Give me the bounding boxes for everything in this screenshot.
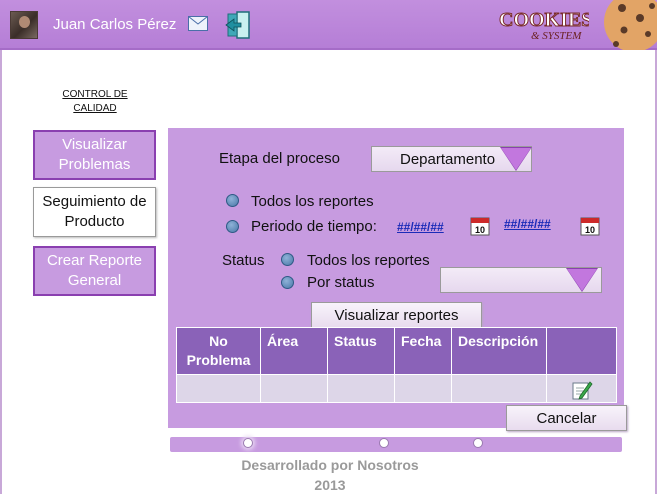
stage-select-value: Departamento bbox=[400, 150, 496, 168]
table-cell bbox=[394, 374, 452, 403]
date-to-link[interactable]: ##/##/## bbox=[504, 217, 551, 231]
col-area: Área bbox=[260, 327, 328, 375]
reports-table: No Problema Área Status Fecha Descripció… bbox=[176, 327, 617, 403]
view-reports-button[interactable]: Visualizar reportes bbox=[311, 302, 482, 328]
top-header: Juan Carlos Pérez COOKIES & SYSTEM bbox=[0, 0, 657, 50]
footer-year: 2013 bbox=[314, 477, 346, 493]
radio-status-all[interactable] bbox=[281, 253, 294, 266]
cookies-system-logo: COOKIES & SYSTEM bbox=[499, 9, 590, 43]
pagination-dot-active[interactable] bbox=[243, 438, 253, 448]
status-select[interactable] bbox=[440, 267, 602, 293]
svg-text:COOKIES: COOKIES bbox=[499, 9, 589, 31]
control-calidad-title: CONTROL DE CALIDAD bbox=[62, 89, 128, 114]
edit-icon[interactable] bbox=[571, 379, 593, 401]
logout-door-icon[interactable] bbox=[225, 10, 253, 40]
footer-credits: Desarrollado por Nosotros 2013 bbox=[220, 455, 440, 494]
calendar-icon[interactable]: 10 bbox=[580, 216, 600, 236]
table-cell bbox=[176, 374, 261, 403]
cookie-image bbox=[604, 0, 657, 50]
table-cell bbox=[260, 374, 328, 403]
pagination-dot[interactable] bbox=[379, 438, 389, 448]
col-descripcion: Descripción bbox=[451, 327, 547, 375]
status-label: Status bbox=[222, 252, 265, 269]
radio-status-by[interactable] bbox=[281, 276, 294, 289]
table-header-row: No Problema Área Status Fecha Descripció… bbox=[176, 327, 617, 375]
user-name: Juan Carlos Pérez bbox=[53, 16, 177, 33]
table-row bbox=[176, 374, 617, 403]
date-from-link[interactable]: ##/##/## bbox=[397, 220, 444, 234]
stage-select[interactable]: Departamento bbox=[371, 146, 532, 172]
radio-all-reports[interactable] bbox=[226, 194, 239, 207]
table-cell bbox=[327, 374, 395, 403]
cancel-button[interactable]: Cancelar bbox=[506, 405, 627, 431]
table-cell-actions bbox=[546, 374, 617, 403]
seguimiento-producto-button[interactable]: Seguimiento de Producto bbox=[33, 187, 156, 237]
col-no-problema: No Problema bbox=[176, 327, 261, 375]
crear-reporte-general-button[interactable]: Crear Reporte General bbox=[33, 246, 156, 296]
calendar-day: 10 bbox=[585, 225, 595, 235]
status-all-label: Todos los reportes bbox=[307, 252, 430, 269]
envelope-icon[interactable] bbox=[188, 16, 208, 31]
footer-line1: Desarrollado por Nosotros bbox=[241, 457, 419, 473]
col-status: Status bbox=[327, 327, 395, 375]
svg-text:& SYSTEM: & SYSTEM bbox=[531, 30, 582, 42]
status-by-label: Por status bbox=[307, 274, 375, 291]
calendar-day: 10 bbox=[475, 225, 485, 235]
col-actions bbox=[546, 327, 617, 375]
dropdown-arrow-icon bbox=[501, 148, 531, 170]
all-reports-label: Todos los reportes bbox=[251, 193, 374, 210]
pagination-dot[interactable] bbox=[473, 438, 483, 448]
radio-time-period[interactable] bbox=[226, 220, 239, 233]
pagination-bar bbox=[170, 437, 622, 452]
stage-label: Etapa del proceso bbox=[219, 150, 340, 167]
dropdown-arrow-icon bbox=[567, 269, 597, 291]
visualizar-problemas-button[interactable]: Visualizar Problemas bbox=[33, 130, 156, 180]
calendar-icon[interactable]: 10 bbox=[470, 216, 490, 236]
col-fecha: Fecha bbox=[394, 327, 452, 375]
user-avatar bbox=[10, 11, 38, 39]
period-label: Periodo de tiempo: bbox=[251, 218, 377, 235]
table-cell bbox=[451, 374, 547, 403]
